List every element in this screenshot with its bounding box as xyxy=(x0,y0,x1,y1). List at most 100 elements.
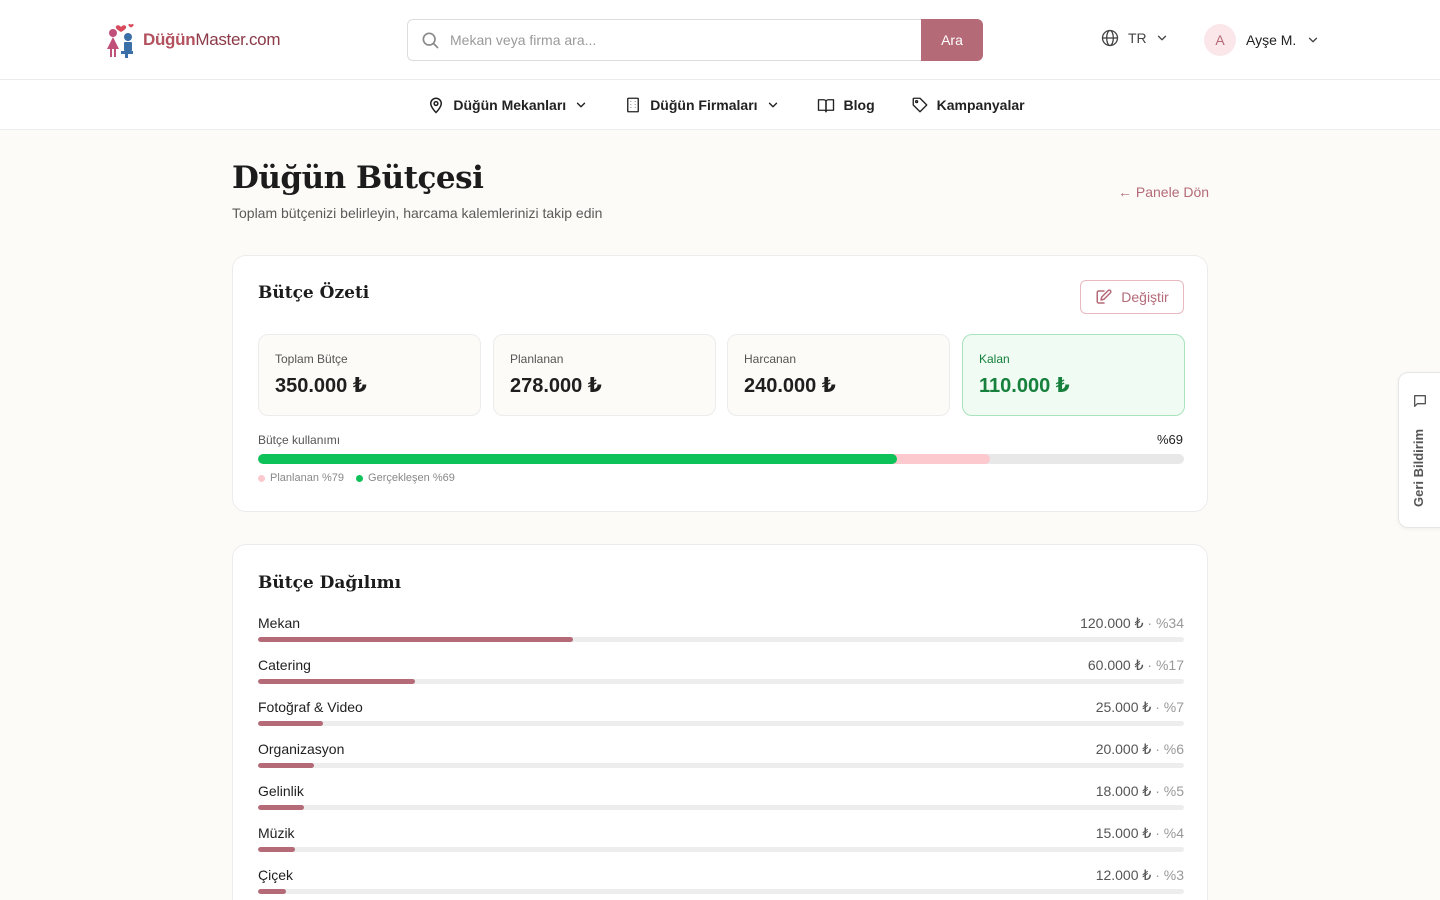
logo-text: DüğünMaster.com xyxy=(143,30,281,49)
budget-usage-bar xyxy=(258,454,1184,464)
category-bar xyxy=(258,847,1184,852)
category-bar-fill xyxy=(258,721,323,726)
page-subtitle: Toplam bütçenizi belirleyin, harcama kal… xyxy=(232,205,603,221)
edit-budget-button[interactable]: Değiştir xyxy=(1080,280,1184,314)
category-name: Catering xyxy=(258,657,311,673)
stat-value: 240.000 ₺ xyxy=(744,375,836,397)
list-item: Organizasyon 20.000 ₺ · %6 xyxy=(258,741,1184,783)
summary-title: Bütçe Özeti xyxy=(258,283,370,303)
nav-label: Kampanyalar xyxy=(936,96,1025,113)
category-bar xyxy=(258,721,1184,726)
user-name: Ayşe M. xyxy=(1246,32,1297,48)
category-bar xyxy=(258,679,1184,684)
category-amount: 15.000 ₺ · %4 xyxy=(1095,825,1184,841)
distribution-list: Mekan 120.000 ₺ · %34 Catering 60.000 ₺ … xyxy=(258,615,1184,900)
planned-dot-icon xyxy=(258,474,265,482)
list-item: Mekan 120.000 ₺ · %34 xyxy=(258,615,1184,657)
stat-value: 350.000 ₺ xyxy=(275,375,367,397)
category-amount: 60.000 ₺ · %17 xyxy=(1087,657,1184,673)
budget-summary-card: Bütçe Özeti Değiştir Toplam Bütçe 350.00… xyxy=(232,255,1208,512)
nav-item-venues[interactable]: Düğün Mekanları xyxy=(427,96,588,114)
map-pin-icon xyxy=(430,97,443,114)
nav-item-campaigns[interactable]: Kampanyalar xyxy=(911,96,1025,114)
search-box xyxy=(407,19,921,61)
category-name: Gelinlik xyxy=(258,783,304,799)
stat-label: Toplam Bütçe xyxy=(275,352,348,366)
budget-usage-label: Bütçe kullanımı xyxy=(258,433,341,447)
page-title: Düğün Bütçesi xyxy=(232,160,484,196)
avatar: A xyxy=(1204,24,1236,56)
category-amount: 120.000 ₺ · %34 xyxy=(1080,615,1184,631)
category-amount: 18.000 ₺ · %5 xyxy=(1095,783,1184,799)
distribution-title: Bütçe Dağılımı xyxy=(258,573,402,593)
category-bar-fill xyxy=(258,637,573,642)
stat-value: 110.000 ₺ xyxy=(979,375,1070,397)
category-bar-fill xyxy=(258,763,314,768)
building-icon xyxy=(627,97,640,112)
legend-label: Planlanan %79 xyxy=(270,472,345,484)
main-nav: Düğün Mekanları Düğün Firmaları Blog Kam… xyxy=(0,80,1440,130)
category-amount: 25.000 ₺ · %7 xyxy=(1095,699,1184,715)
category-amount: 12.000 ₺ · %3 xyxy=(1095,867,1184,883)
globe-icon xyxy=(1101,29,1119,47)
nav-label: Blog xyxy=(843,96,875,113)
stat-spent: Harcanan 240.000 ₺ xyxy=(727,334,950,416)
category-name: Fotoğraf & Video xyxy=(258,699,363,715)
category-name: Çiçek xyxy=(258,867,294,883)
couple-logo-icon xyxy=(107,23,134,58)
actual-dot-icon xyxy=(356,474,364,482)
category-bar xyxy=(258,763,1184,768)
search-icon xyxy=(422,32,439,49)
category-bar-fill xyxy=(258,679,416,684)
category-bar xyxy=(258,637,1184,642)
stat-label: Planlanan xyxy=(510,352,564,366)
stat-total-budget: Toplam Bütçe 350.000 ₺ xyxy=(258,334,481,416)
budget-usage-percent: %69 xyxy=(1156,432,1183,447)
chevron-down-icon xyxy=(1157,35,1166,41)
chevron-down-icon xyxy=(1309,37,1318,43)
category-bar-fill xyxy=(258,889,286,894)
stat-remaining: Kalan 110.000 ₺ xyxy=(962,334,1185,416)
language-selector[interactable]: TR xyxy=(1100,28,1169,48)
list-item: Çiçek 12.000 ₺ · %3 xyxy=(258,867,1184,900)
stat-label: Kalan xyxy=(979,352,1010,366)
nav-item-blog[interactable]: Blog xyxy=(816,96,875,114)
tag-icon xyxy=(912,97,928,112)
list-item: Catering 60.000 ₺ · %17 xyxy=(258,657,1184,699)
search-button[interactable]: Ara xyxy=(921,19,983,61)
nav-label: Düğün Mekanları xyxy=(453,96,567,113)
category-amount: 20.000 ₺ · %6 xyxy=(1095,741,1184,757)
edit-button-label: Değiştir xyxy=(1121,289,1169,305)
search-bar: Ara xyxy=(407,19,983,61)
budget-distribution-card: Bütçe Dağılımı Mekan 120.000 ₺ · %34 Cat… xyxy=(232,544,1208,900)
usage-legend: Planlanan %79 Gerçekleşen %69 xyxy=(258,472,455,484)
search-input[interactable] xyxy=(450,32,890,48)
nav-label: Düğün Firmaları xyxy=(650,96,758,113)
book-open-icon xyxy=(817,98,834,112)
message-square-icon xyxy=(1414,395,1426,407)
chevron-down-icon xyxy=(576,102,586,107)
category-bar-fill xyxy=(258,847,296,852)
stat-value: 278.000 ₺ xyxy=(510,375,602,397)
nav-item-vendors[interactable]: Düğün Firmaları xyxy=(624,96,779,114)
feedback-tab[interactable]: Geri Bildirim xyxy=(1398,372,1440,528)
edit-icon xyxy=(1096,289,1112,304)
category-name: Organizasyon xyxy=(258,741,345,757)
category-name: Müzik xyxy=(258,825,295,841)
category-bar xyxy=(258,805,1184,810)
feedback-label: Geri Bildirim xyxy=(1411,428,1426,507)
site-logo[interactable]: DüğünMaster.com xyxy=(103,20,280,60)
list-item: Müzik 15.000 ₺ · %4 xyxy=(258,825,1184,867)
actual-fill xyxy=(258,454,897,464)
language-label: TR xyxy=(1128,30,1147,46)
legend-planned: Planlanan %79 xyxy=(258,472,344,484)
user-menu[interactable]: A Ayşe M. xyxy=(1204,24,1320,56)
stat-planned: Planlanan 278.000 ₺ xyxy=(493,334,716,416)
list-item: Fotoğraf & Video 25.000 ₺ · %7 xyxy=(258,699,1184,741)
back-to-panel-link[interactable]: ← Panele Dön xyxy=(1118,184,1209,200)
category-name: Mekan xyxy=(258,615,301,631)
category-bar xyxy=(258,889,1184,894)
stat-label: Harcanan xyxy=(744,352,797,366)
list-item: Gelinlik 18.000 ₺ · %5 xyxy=(258,783,1184,825)
top-header: DüğünMaster.com Ara TR A Ayşe M. xyxy=(0,0,1440,80)
